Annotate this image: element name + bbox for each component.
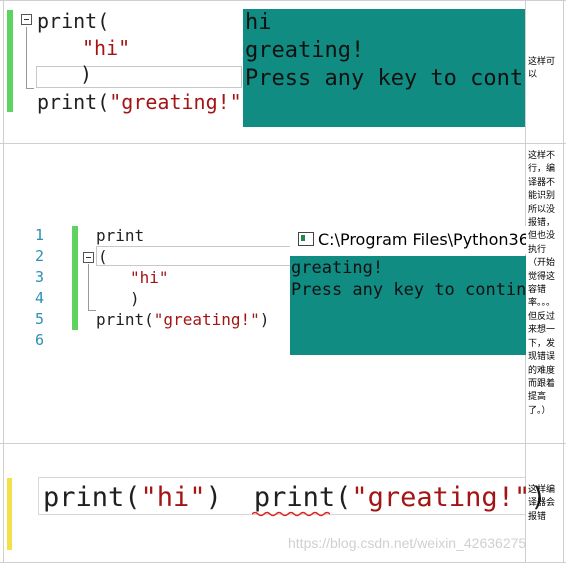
console-line: Press any key to continue — [245, 66, 525, 91]
code-line-3[interactable]: ) — [80, 61, 92, 88]
note-text: 这样可以 — [528, 57, 556, 81]
collapse-icon[interactable] — [83, 252, 94, 263]
line-number: 5 — [34, 310, 44, 328]
note-text: 这样编译器会报错 — [528, 485, 556, 522]
current-line-highlight — [36, 66, 242, 88]
code-line-4[interactable]: ) — [130, 288, 140, 309]
console-output: hi greating! Press any key to continue — [243, 9, 525, 127]
console-line: hi — [245, 10, 272, 35]
console-window-icon — [298, 232, 314, 246]
code-line-1[interactable]: print( — [37, 8, 109, 35]
line-number: 2 — [34, 247, 44, 265]
current-line-highlight — [96, 246, 290, 266]
line-number: 6 — [34, 331, 44, 349]
string-token: "greating!" — [351, 482, 531, 513]
code-line-5[interactable]: print("greating!") — [96, 309, 269, 330]
note-text: 这样不行，编译器不能识别所以没报错，但也没执行（开始觉得这容错率。。。但反过来想… — [528, 151, 556, 416]
window-title: C:\Program Files\Python36\python.exe — [318, 230, 526, 249]
row-divider-1 — [0, 143, 566, 144]
line-number: 4 — [34, 289, 44, 307]
console-output: greating! Press any key to continue — [290, 256, 526, 355]
error-token: print — [253, 482, 336, 513]
code-line-3[interactable]: "hi" — [130, 267, 169, 288]
code-line-1[interactable]: print — [96, 225, 144, 246]
code-line-2[interactable]: "hi" — [82, 35, 130, 62]
fold-guide-end — [26, 88, 34, 89]
row-divider-2 — [0, 443, 566, 444]
code-line-2[interactable]: ( — [98, 246, 108, 267]
code-token: ) — [259, 310, 270, 329]
table-border-left — [3, 0, 4, 563]
code-token: ) — [205, 482, 222, 513]
line-number: 3 — [34, 268, 44, 286]
table-border-top — [0, 0, 566, 1]
table-border-right — [563, 0, 564, 563]
string-token: "greating!" — [109, 90, 242, 114]
string-token: "greating!" — [153, 310, 260, 329]
fold-guide-line — [88, 264, 89, 310]
console-line: greating! — [245, 38, 365, 63]
code-token: print( — [37, 90, 110, 114]
code-token: ( — [335, 482, 352, 513]
change-indicator-bar — [72, 226, 78, 330]
code-line-4[interactable]: print("greating!") — [37, 89, 254, 116]
code-token: print — [37, 9, 98, 33]
collapse-icon[interactable] — [21, 14, 32, 25]
code-token: print( — [43, 482, 141, 513]
error-squiggle-icon — [252, 511, 330, 517]
console-line: greating! — [291, 258, 384, 278]
unsaved-change-bar — [7, 478, 12, 550]
watermark: https://blog.csdn.net/weixin_42636275 — [288, 535, 527, 551]
code-token: ( — [97, 9, 110, 33]
change-indicator-bar — [7, 10, 13, 112]
line-number: 1 — [34, 226, 44, 244]
string-token: "hi" — [140, 482, 206, 513]
console-window-titlebar[interactable]: C:\Program Files\Python36\python.exe — [290, 226, 526, 254]
console-line: Press any key to continue — [291, 280, 526, 300]
code-token: print( — [96, 310, 154, 329]
fold-guide-end — [88, 310, 96, 311]
fold-guide-line — [26, 27, 27, 89]
